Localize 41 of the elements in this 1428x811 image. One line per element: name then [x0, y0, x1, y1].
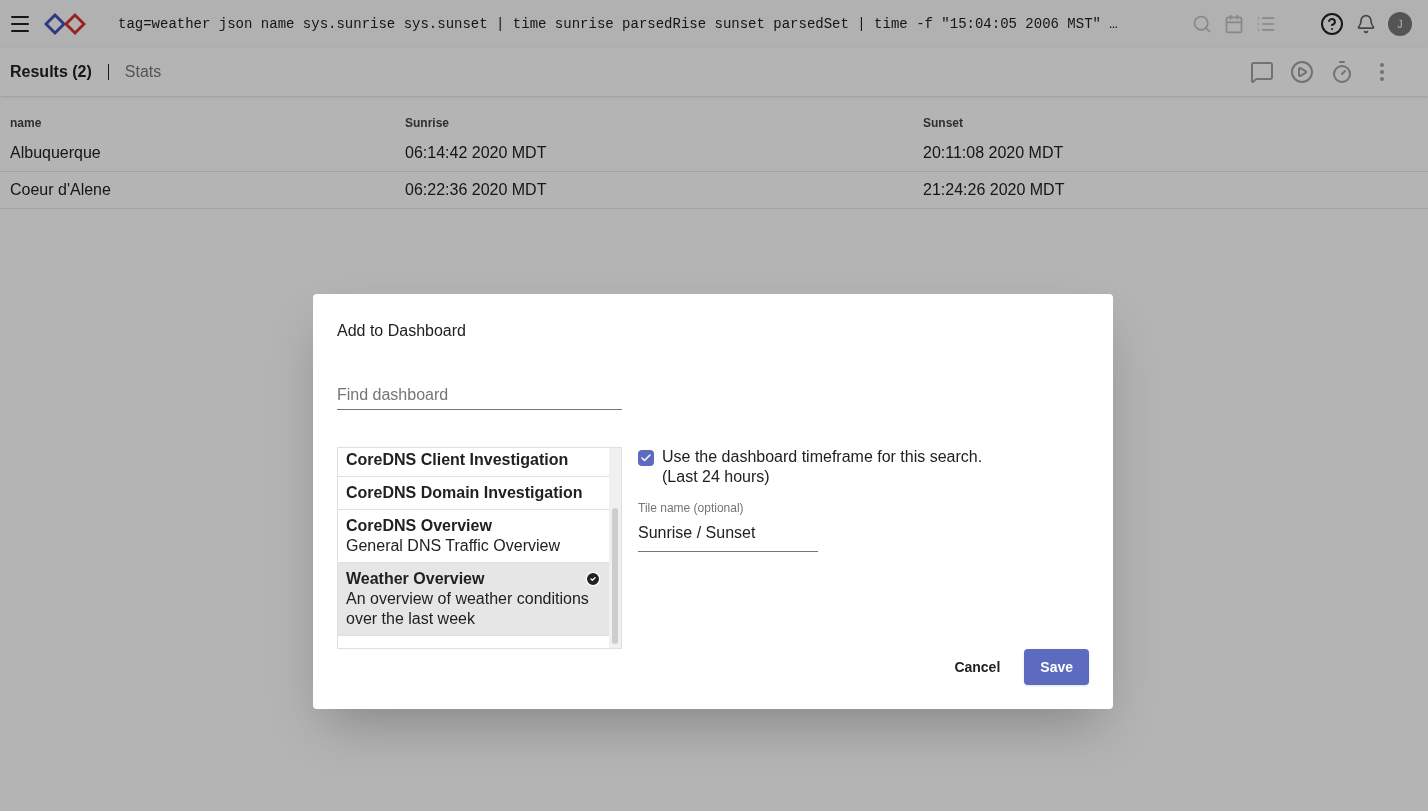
bell-icon[interactable] — [1356, 14, 1376, 34]
checkbox-label: Use the dashboard timeframe for this search. — [662, 447, 983, 467]
cancel-button[interactable]: Cancel — [938, 649, 1017, 685]
table-cell-text: Coeur d'Alene — [10, 180, 112, 200]
dashboard-title: CoreDNS Domain Investigation — [346, 483, 583, 503]
dashboard-description: An overview of weather conditions over the last week — [346, 589, 590, 629]
tab[interactable]: Results (2) — [10, 60, 92, 84]
dashboard-title: CoreDNS Overview — [346, 516, 492, 536]
query-text[interactable]: tag=weather json name sys.sunrise sys.sunset | time sunrise parsedRise sunset parsedSet | time -f "15:04:05 2006 MST" … — [118, 13, 1118, 35]
table-cell-text: 21:24:26 2020 MDT — [923, 180, 1066, 200]
save-button[interactable]: Save — [1024, 649, 1089, 685]
timeframe-checkbox[interactable] — [638, 450, 654, 466]
dashboard-title: CoreDNS Client Investigation — [346, 450, 569, 470]
table-cell-text: Albuquerque — [10, 143, 102, 163]
tab[interactable]: Stats — [124, 60, 162, 84]
avatar[interactable]: J — [1388, 12, 1412, 36]
table-cell-text: 06:22:36 2020 MDT — [405, 180, 548, 200]
column-header: Sunset — [923, 115, 964, 132]
dashboard-title: Weather Overview — [346, 569, 485, 589]
search-icon[interactable] — [1192, 14, 1212, 34]
timer-icon[interactable] — [1330, 60, 1354, 84]
check-circle-icon — [585, 571, 601, 587]
tile-name-field[interactable]: Sunrise / Sunset — [638, 521, 818, 545]
play-icon[interactable] — [1290, 60, 1314, 84]
check-icon — [640, 452, 652, 464]
dashboard-description: General DNS Traffic Overview — [346, 536, 561, 556]
table-cell-text: 20:11:08 2020 MDT — [923, 143, 1065, 163]
help-icon[interactable] — [1320, 12, 1344, 36]
calendar-icon[interactable] — [1224, 14, 1244, 34]
search-field[interactable]: Find dashboard — [337, 381, 622, 410]
dashboard-item[interactable]: Weather Overview An overview of weather conditions over the last week — [338, 563, 609, 636]
scrollbar[interactable] — [609, 448, 621, 648]
table-cell-text: 06:14:42 2020 MDT — [405, 143, 548, 163]
tile-name-label: Tile name (optional) — [638, 500, 745, 517]
comment-icon[interactable] — [1250, 60, 1274, 84]
column-header: name — [10, 115, 43, 132]
logo-icon — [44, 12, 86, 36]
dialog-title: Add to Dashboard — [337, 321, 467, 341]
column-header: Sunrise — [405, 115, 450, 132]
list-icon[interactable] — [1256, 14, 1276, 34]
checkbox-sublabel: (Last 24 hours) — [662, 467, 771, 487]
